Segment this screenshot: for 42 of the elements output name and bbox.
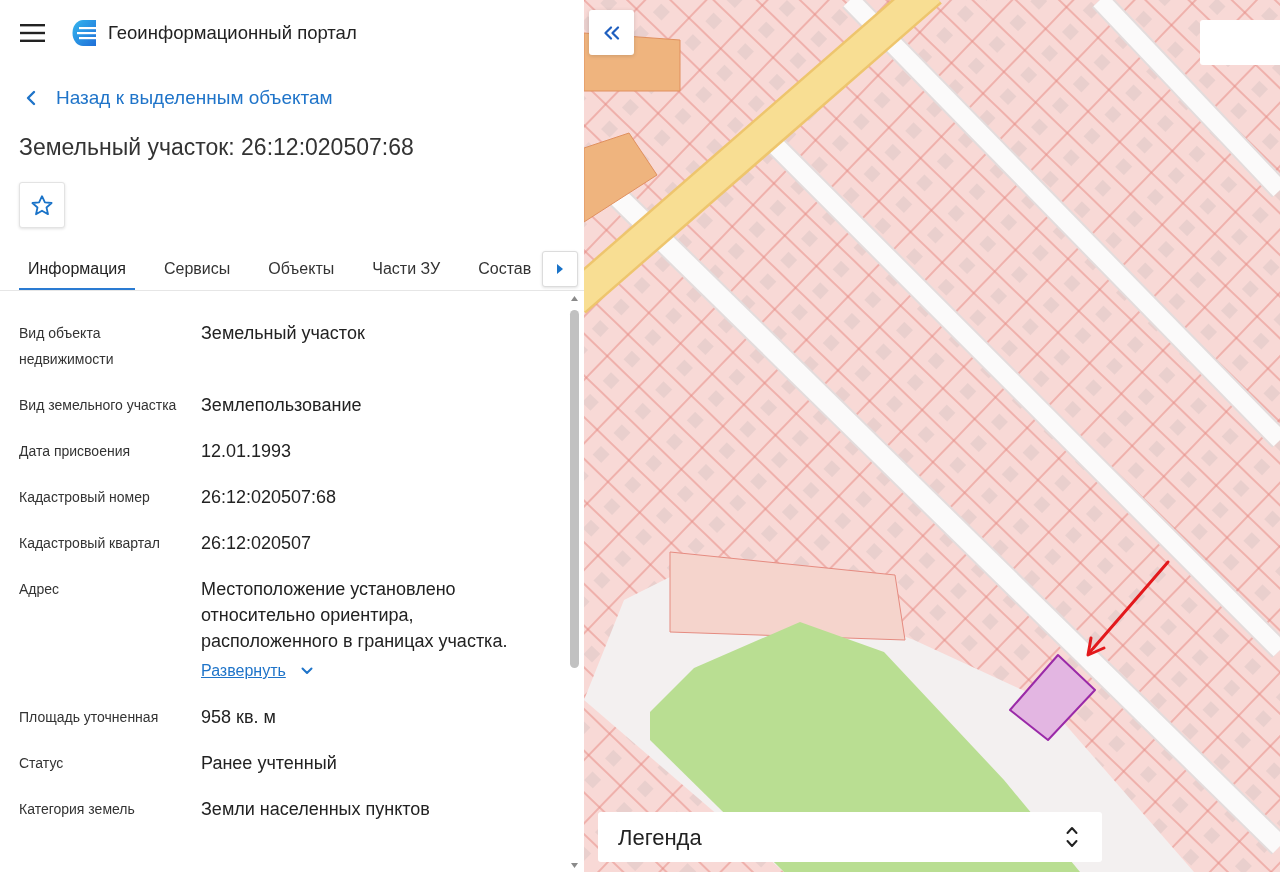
tab[interactable]: Информация xyxy=(19,250,135,290)
field-value: Земли населенных пунктов xyxy=(201,798,431,821)
field-value: Землепользование xyxy=(201,394,363,417)
object-title: Земельный участок: 26:12:020507:68 xyxy=(19,133,414,162)
expand-link[interactable]: Развернуть xyxy=(201,658,313,684)
field-label: Дата присвоения xyxy=(19,442,132,461)
field-value: Земельный участок xyxy=(201,322,366,345)
field-value: Ранее учтенный xyxy=(201,752,338,775)
caret-right-icon xyxy=(557,264,563,274)
field-label: Адрес xyxy=(19,580,61,599)
app-title: Геоинформационный портал xyxy=(108,21,357,46)
logo-icon xyxy=(72,20,96,46)
field-label: Кадастровый квартал xyxy=(19,534,161,553)
menu-icon[interactable] xyxy=(20,24,45,42)
field-label: Площадь уточненная xyxy=(19,708,160,727)
field-value: 12.01.1993 xyxy=(201,440,293,463)
star-icon xyxy=(31,194,53,216)
field-value: 958 кв. м xyxy=(201,706,277,729)
field-value: 26:12:020507:68 xyxy=(201,486,338,509)
scroll-down-arrow-icon[interactable] xyxy=(571,863,578,868)
scroll-tabs-button[interactable] xyxy=(542,251,578,287)
field-label: Вид объекта недвижимости xyxy=(19,324,115,369)
tab[interactable]: Состав xyxy=(469,250,541,290)
legend-button[interactable]: Легенда xyxy=(598,812,1102,862)
scroll-up-arrow-icon[interactable] xyxy=(571,296,578,301)
back-link[interactable]: Назад к выделенным объектам xyxy=(26,83,333,113)
favorite-button[interactable] xyxy=(19,182,65,228)
collapse-panel-button[interactable] xyxy=(589,10,634,55)
chevrons-left-icon xyxy=(603,25,620,40)
field-value: 26:12:020507 xyxy=(201,532,313,555)
chevron-up-down-icon xyxy=(1066,826,1078,848)
tab[interactable]: Сервисы xyxy=(154,250,240,290)
tab[interactable]: Части ЗУ xyxy=(363,250,450,290)
field-value: Местоположение установлено относительно ориентира, расположенного в границах участка. xyxy=(201,578,509,653)
field-label: Категория земель xyxy=(19,800,136,819)
field-label: Кадастровый номер xyxy=(19,488,151,507)
field-label: Вид земельного участка xyxy=(19,396,178,415)
chevron-down-icon xyxy=(300,667,313,675)
field-label: Статус xyxy=(19,754,65,773)
chevron-left-icon xyxy=(26,90,36,106)
scrollbar-thumb[interactable] xyxy=(570,310,579,668)
tab[interactable]: Объекты xyxy=(259,250,344,290)
